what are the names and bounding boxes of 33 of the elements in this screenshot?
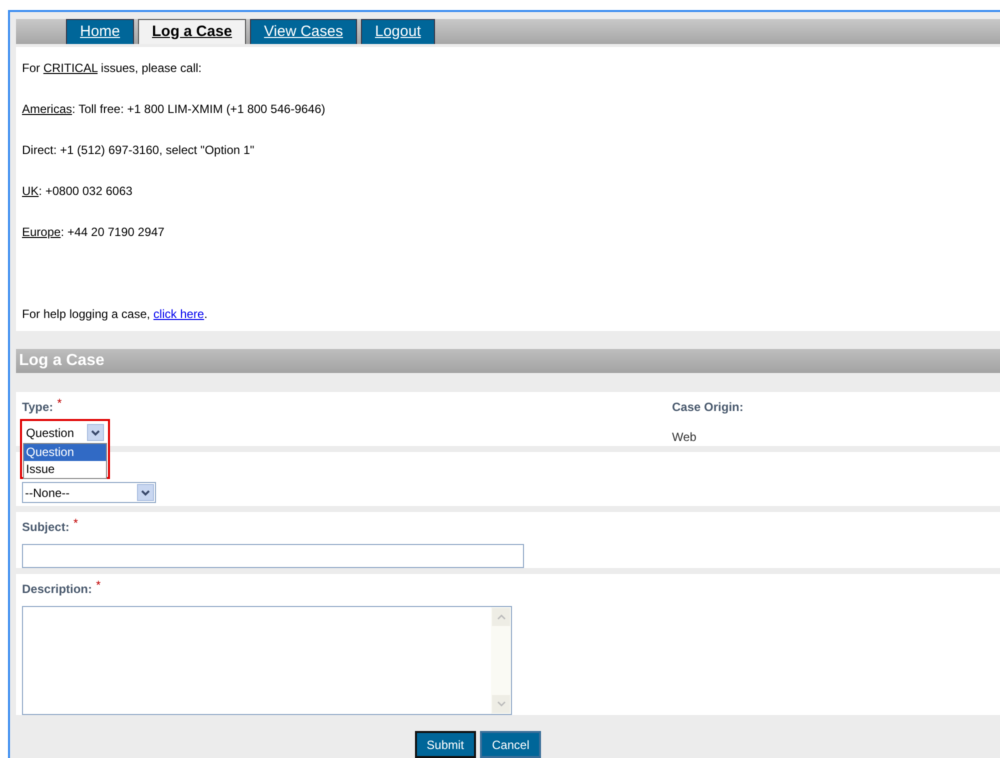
field-label: Description: [22, 581, 92, 598]
field-value: Web [672, 429, 698, 446]
description-field[interactable] [22, 606, 512, 715]
caret-icon[interactable] [87, 424, 104, 441]
contact-line: Americas: Toll free: +1 800 LIM-XMIM (+1 800 546-9646) [22, 101, 326, 118]
field-label: Type: [22, 399, 54, 416]
contact-line: Europe: +44 20 7190 2947 [22, 224, 166, 241]
scrollbar[interactable] [491, 607, 511, 714]
help-link[interactable]: click here [153, 307, 204, 321]
contact-line: For CRITICAL issues, please call: [22, 60, 203, 77]
scroll-down-icon[interactable] [492, 695, 510, 713]
form-button[interactable]: Cancel [480, 731, 542, 758]
nav-tab[interactable]: View Cases [250, 19, 357, 44]
select-value: --None-- [25, 484, 70, 502]
help-text: For help logging a case, click here. [22, 306, 208, 323]
contact-line: Direct: +1 (512) 697-3160, select "Option 1" [22, 142, 256, 159]
select-value: Question [26, 424, 74, 442]
nav-tab[interactable]: Log a Case [138, 19, 246, 44]
form-button[interactable]: Submit [414, 731, 476, 758]
scroll-up-icon[interactable] [492, 608, 510, 626]
nav-tab[interactable]: Home [66, 19, 134, 44]
contact-line: UK: +0800 032 6063 [22, 183, 134, 200]
dropdown-option[interactable]: Question [24, 444, 106, 461]
required-mark: * [73, 518, 78, 528]
subject-field[interactable] [22, 544, 524, 568]
section-header: Log a Case [16, 349, 1000, 373]
nav-tab[interactable]: Logout [360, 19, 435, 44]
required-mark: * [96, 580, 101, 590]
caret-icon[interactable] [137, 484, 154, 501]
select-field[interactable]: --None-- [22, 482, 156, 503]
field-label: Case Origin: [672, 399, 744, 416]
required-mark: * [57, 398, 62, 408]
field-label: Subject: [22, 519, 70, 536]
